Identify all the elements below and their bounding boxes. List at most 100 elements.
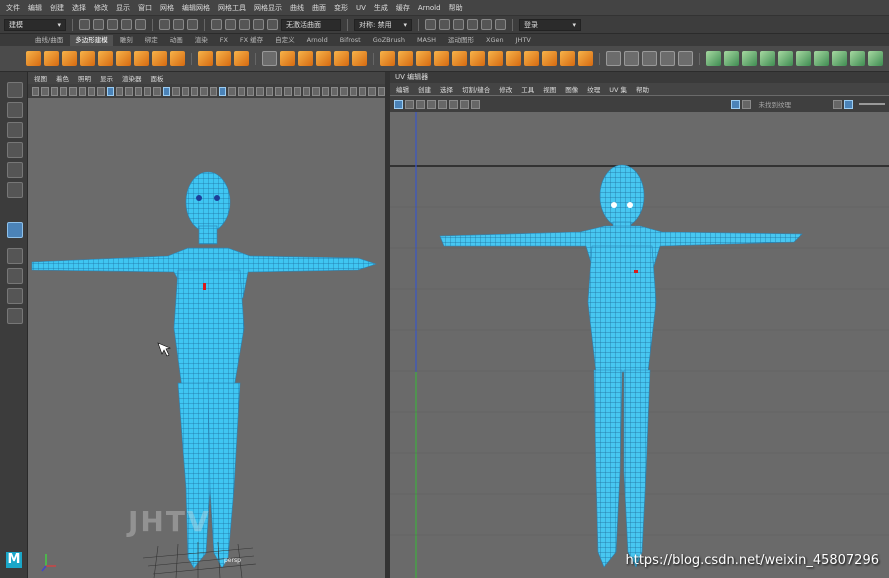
live-surface-field[interactable]: 无激活曲面 xyxy=(281,18,341,31)
uv-menu-item-1[interactable]: 创建 xyxy=(418,84,431,94)
shelf-tool-icon[interactable] xyxy=(724,51,739,66)
shelf-tool-icon[interactable] xyxy=(352,51,367,66)
undo-icon[interactable] xyxy=(121,19,132,30)
uv-editor-panel[interactable]: UV 编辑器 编辑 创建 选择 切割/缝合 修改 工具 视图 图像 纹理 UV 集帮助 未找到纹理 xyxy=(390,72,889,578)
viewport-toolbar-icon[interactable] xyxy=(60,86,68,96)
uv-toolbar-icon[interactable] xyxy=(405,99,414,109)
uv-toolbar-icon[interactable] xyxy=(427,99,436,109)
viewport-toolbar-icon[interactable] xyxy=(134,86,143,96)
menu-item-7[interactable]: 网格 xyxy=(160,3,174,13)
shelf-tool-icon[interactable] xyxy=(814,51,829,66)
menu-item-18[interactable]: 帮助 xyxy=(449,3,463,13)
uv-menu-item-10[interactable]: 帮助 xyxy=(636,84,649,94)
uv-toolbar-icon[interactable] xyxy=(438,99,447,109)
panel-menu-item-1[interactable]: 着色 xyxy=(56,73,69,83)
shelf-tab-7[interactable]: FX 缓存 xyxy=(235,35,268,46)
shelf-tool-icon[interactable] xyxy=(26,51,41,66)
select-component-icon[interactable] xyxy=(187,19,198,30)
menu-item-9[interactable]: 网格工具 xyxy=(218,3,246,13)
uv-menu-item-5[interactable]: 工具 xyxy=(521,84,534,94)
snap-surface-icon[interactable] xyxy=(267,19,278,30)
shelf-tool-icon[interactable] xyxy=(44,51,59,66)
shelf-tool-icon[interactable] xyxy=(116,51,131,66)
four-view-layout-icon[interactable] xyxy=(7,268,23,284)
viewport-toolbar-icon[interactable] xyxy=(125,86,133,96)
shelf-tool-icon[interactable] xyxy=(706,51,721,66)
viewport-toolbar-icon[interactable] xyxy=(69,86,77,96)
menu-item-8[interactable]: 编辑网格 xyxy=(182,3,210,13)
viewport-toolbar-icon[interactable] xyxy=(144,86,152,96)
menu-item-4[interactable]: 修改 xyxy=(94,3,108,13)
symmetry-dropdown[interactable]: 对称: 禁用 ▾ xyxy=(354,18,412,31)
shelf-tool-icon[interactable] xyxy=(134,51,149,66)
hypershade-icon[interactable] xyxy=(467,19,478,30)
shelf-tab-14[interactable]: XGen xyxy=(481,35,509,46)
uv-toolbar-icon[interactable] xyxy=(394,99,403,109)
shelf-tool-icon[interactable] xyxy=(216,51,231,66)
viewport-toolbar-icon[interactable] xyxy=(246,86,255,96)
shelf-tab-8[interactable]: 自定义 xyxy=(270,35,300,46)
viewport-toolbar-icon[interactable] xyxy=(340,86,348,96)
uv-menu-item-4[interactable]: 修改 xyxy=(499,84,512,94)
shelf-tab-0[interactable]: 曲线/曲面 xyxy=(30,35,68,46)
shelf-tool-icon[interactable] xyxy=(470,51,485,66)
shelf-tool-icon[interactable] xyxy=(98,51,113,66)
side-by-side-layout-icon[interactable] xyxy=(7,288,23,304)
shelf-tool-icon[interactable] xyxy=(198,51,213,66)
single-view-layout-icon[interactable] xyxy=(7,248,23,264)
viewport-toolbar-icon[interactable] xyxy=(116,86,124,96)
shelf-tab-10[interactable]: Bifrost xyxy=(335,35,366,46)
shelf-tool-icon[interactable] xyxy=(416,51,431,66)
shelf-tab-3[interactable]: 绑定 xyxy=(140,35,163,46)
viewport-toolbar-icon[interactable] xyxy=(41,86,49,96)
snap-point-icon[interactable] xyxy=(239,19,250,30)
shelf-tab-11[interactable]: GoZBrush xyxy=(368,35,410,46)
viewport-toolbar-icon[interactable] xyxy=(321,86,329,96)
move-tool-icon[interactable] xyxy=(7,142,23,158)
shelf-tool-icon[interactable] xyxy=(280,51,295,66)
viewport-toolbar-icon[interactable] xyxy=(97,86,105,96)
uv-toolbar-icon[interactable] xyxy=(449,99,458,109)
panel-menu-item-3[interactable]: 显示 xyxy=(100,73,113,83)
menu-item-11[interactable]: 曲线 xyxy=(290,3,304,13)
shelf-tool-icon[interactable] xyxy=(62,51,77,66)
arnold-ipr-icon[interactable] xyxy=(495,19,506,30)
shelf-tool-icon[interactable] xyxy=(506,51,521,66)
shelf-tab-15[interactable]: JHTV xyxy=(511,35,536,46)
shelf-tool-icon[interactable] xyxy=(234,51,249,66)
menu-item-15[interactable]: 生成 xyxy=(374,3,388,13)
viewport-toolbar-icon[interactable] xyxy=(78,86,87,96)
viewport-toolbar-icon[interactable] xyxy=(368,86,376,96)
menu-item-14[interactable]: UV xyxy=(356,4,366,12)
perspective-panel[interactable]: 视图 着色 照明 显示 渲染器 面板 JHTV persp xyxy=(28,72,386,578)
viewport-toolbar-icon[interactable] xyxy=(293,86,301,96)
viewport-toolbar-icon[interactable] xyxy=(190,86,199,96)
shelf-tool-icon[interactable] xyxy=(678,51,693,66)
viewport-toolbar-icon[interactable] xyxy=(228,86,236,96)
snap-view-icon[interactable] xyxy=(253,19,264,30)
exposure-slider[interactable] xyxy=(859,103,885,105)
viewport-toolbar-icon[interactable] xyxy=(200,86,208,96)
select-hierarchy-icon[interactable] xyxy=(159,19,170,30)
shelf-tool-icon[interactable] xyxy=(778,51,793,66)
render-icon[interactable] xyxy=(425,19,436,30)
viewport-toolbar-icon[interactable] xyxy=(265,86,273,96)
panel-menu-item-0[interactable]: 视图 xyxy=(34,73,47,83)
shelf-tab-13[interactable]: 运动图形 xyxy=(443,35,479,46)
shelf-tool-icon[interactable] xyxy=(170,51,185,66)
new-scene-icon[interactable] xyxy=(79,19,90,30)
shelf-tool-icon[interactable] xyxy=(542,51,557,66)
shelf-tool-icon[interactable] xyxy=(606,51,621,66)
shelf-tab-4[interactable]: 动画 xyxy=(165,35,188,46)
shelf-tool-icon[interactable] xyxy=(642,51,657,66)
uv-toolbar-icon[interactable] xyxy=(416,99,425,109)
panel-menu-item-4[interactable]: 渲染器 xyxy=(122,73,142,83)
shelf-tool-icon[interactable] xyxy=(760,51,775,66)
viewport-toolbar-icon[interactable] xyxy=(237,86,245,96)
shelf-tab-6[interactable]: FX xyxy=(215,35,233,46)
viewport-toolbar-icon[interactable] xyxy=(377,86,386,96)
login-dropdown[interactable]: 登录 ▾ xyxy=(519,18,581,31)
menu-item-0[interactable]: 文件 xyxy=(6,3,20,13)
menu-item-1[interactable]: 编辑 xyxy=(28,3,42,13)
shelf-tool-icon[interactable] xyxy=(624,51,639,66)
